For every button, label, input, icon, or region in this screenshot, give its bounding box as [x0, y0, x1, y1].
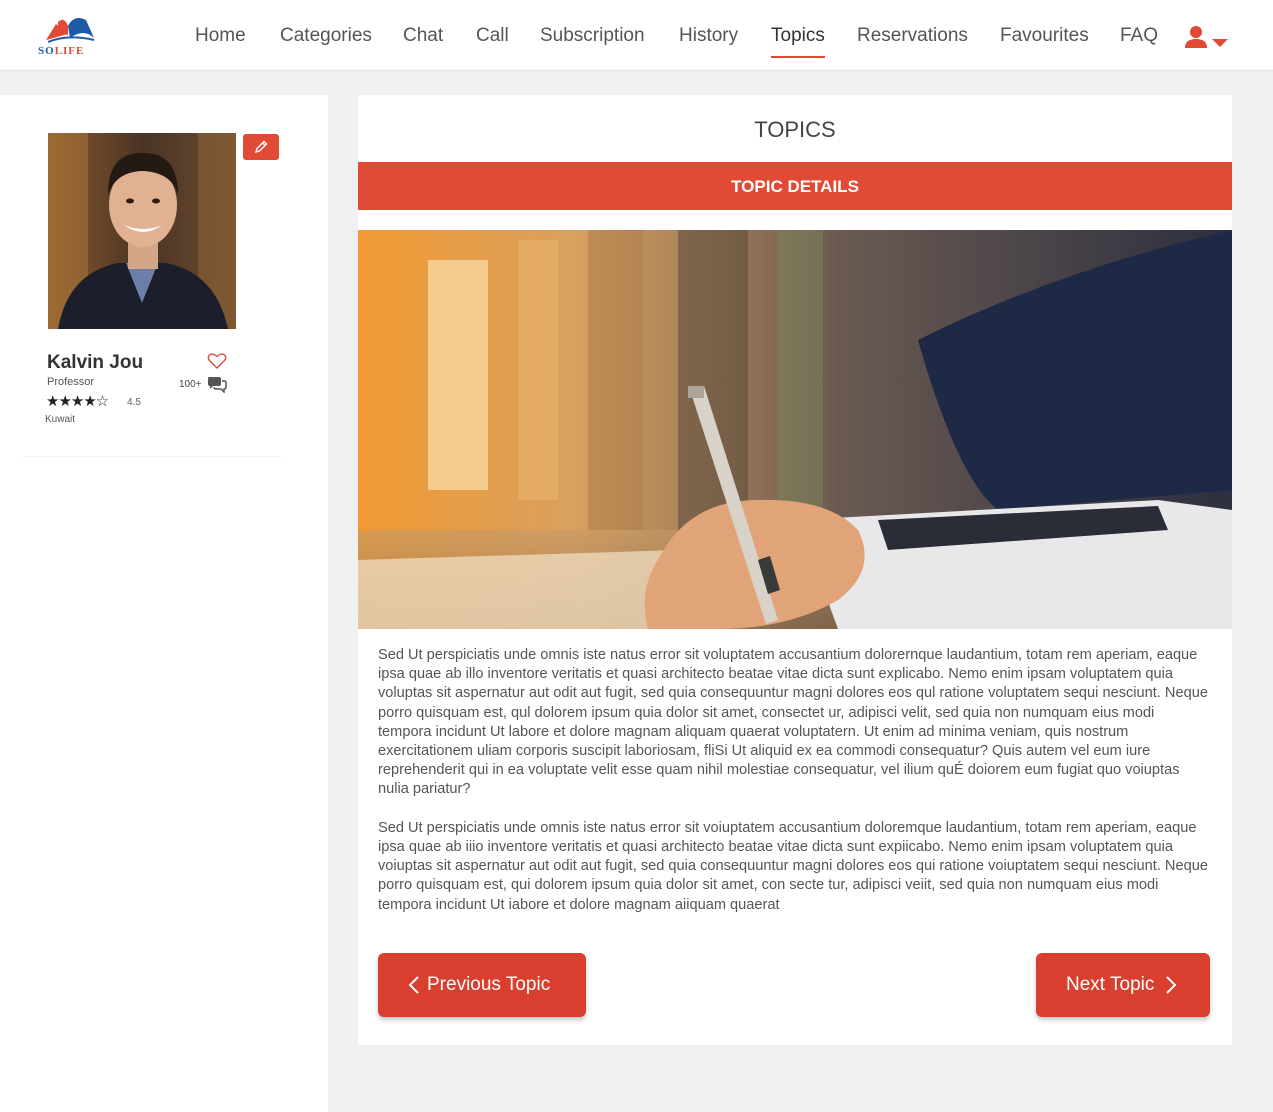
- chat-count: 100+: [179, 379, 202, 390]
- topic-details-header: TOPIC DETAILS: [358, 162, 1232, 210]
- chat-icon: [208, 377, 227, 394]
- top-navbar: SOLIFE Home Categories Chat Call Subscri…: [0, 0, 1273, 71]
- topic-paragraph: Sed Ut perspiciatis unde omnis iste natu…: [378, 819, 1208, 913]
- profile-sidebar: Kalvin Jou Professor ★★★★☆ 4.5 Kuwait 10…: [0, 95, 328, 1112]
- topic-content: Sed Ut perspiciatis unde omnis iste natu…: [378, 646, 1208, 934]
- topic-details-title: TOPIC DETAILS: [731, 177, 859, 196]
- next-topic-button[interactable]: Next Topic: [1036, 953, 1210, 1017]
- nav-categories[interactable]: Categories: [280, 25, 372, 47]
- chevron-left-icon: [408, 976, 419, 994]
- chevron-right-icon: [1166, 976, 1177, 994]
- previous-topic-label: Previous Topic: [427, 974, 551, 995]
- nav-favourites[interactable]: Favourites: [1000, 25, 1089, 47]
- nav-subscription[interactable]: Subscription: [540, 25, 645, 47]
- topic-paragraph: Sed Ut perspiciatis unde omnis iste natu…: [378, 647, 1208, 798]
- next-topic-label: Next Topic: [1066, 974, 1155, 995]
- user-menu[interactable]: [1184, 25, 1230, 51]
- user-icon: [1185, 26, 1207, 48]
- nav-topics[interactable]: Topics: [771, 25, 825, 47]
- caret-down-icon: [1212, 39, 1228, 47]
- nav-history[interactable]: History: [679, 25, 738, 47]
- profile-name: Kalvin Jou: [47, 352, 144, 373]
- page-title: TOPICS: [754, 117, 836, 142]
- previous-topic-button[interactable]: Previous Topic: [378, 953, 586, 1017]
- pencil-icon: [254, 140, 268, 154]
- nav-reservations[interactable]: Reservations: [857, 25, 968, 47]
- profile-avatar: [48, 133, 236, 329]
- active-tab-indicator: [771, 56, 825, 58]
- favourite-button[interactable]: [207, 352, 227, 375]
- topic-hero-image: [358, 230, 1232, 629]
- heart-icon: [207, 353, 227, 369]
- nav-call[interactable]: Call: [476, 25, 509, 47]
- chat-button[interactable]: [207, 375, 227, 398]
- edit-profile-button[interactable]: [243, 134, 279, 160]
- topic-panel: TOPICS TOPIC DETAILS Sed Ut perspiciatis…: [358, 95, 1232, 1045]
- sidebar-divider: [22, 456, 282, 457]
- rating-value: 4.5: [127, 397, 141, 408]
- profile-role: Professor: [47, 376, 95, 388]
- nav-faq[interactable]: FAQ: [1120, 25, 1158, 47]
- nav-home[interactable]: Home: [195, 25, 246, 47]
- main-nav: Home Categories Chat Call Subscription H…: [0, 0, 1273, 71]
- nav-chat[interactable]: Chat: [403, 25, 443, 47]
- profile-location: Kuwait: [45, 414, 76, 425]
- rating-stars: ★★★★☆: [46, 393, 109, 410]
